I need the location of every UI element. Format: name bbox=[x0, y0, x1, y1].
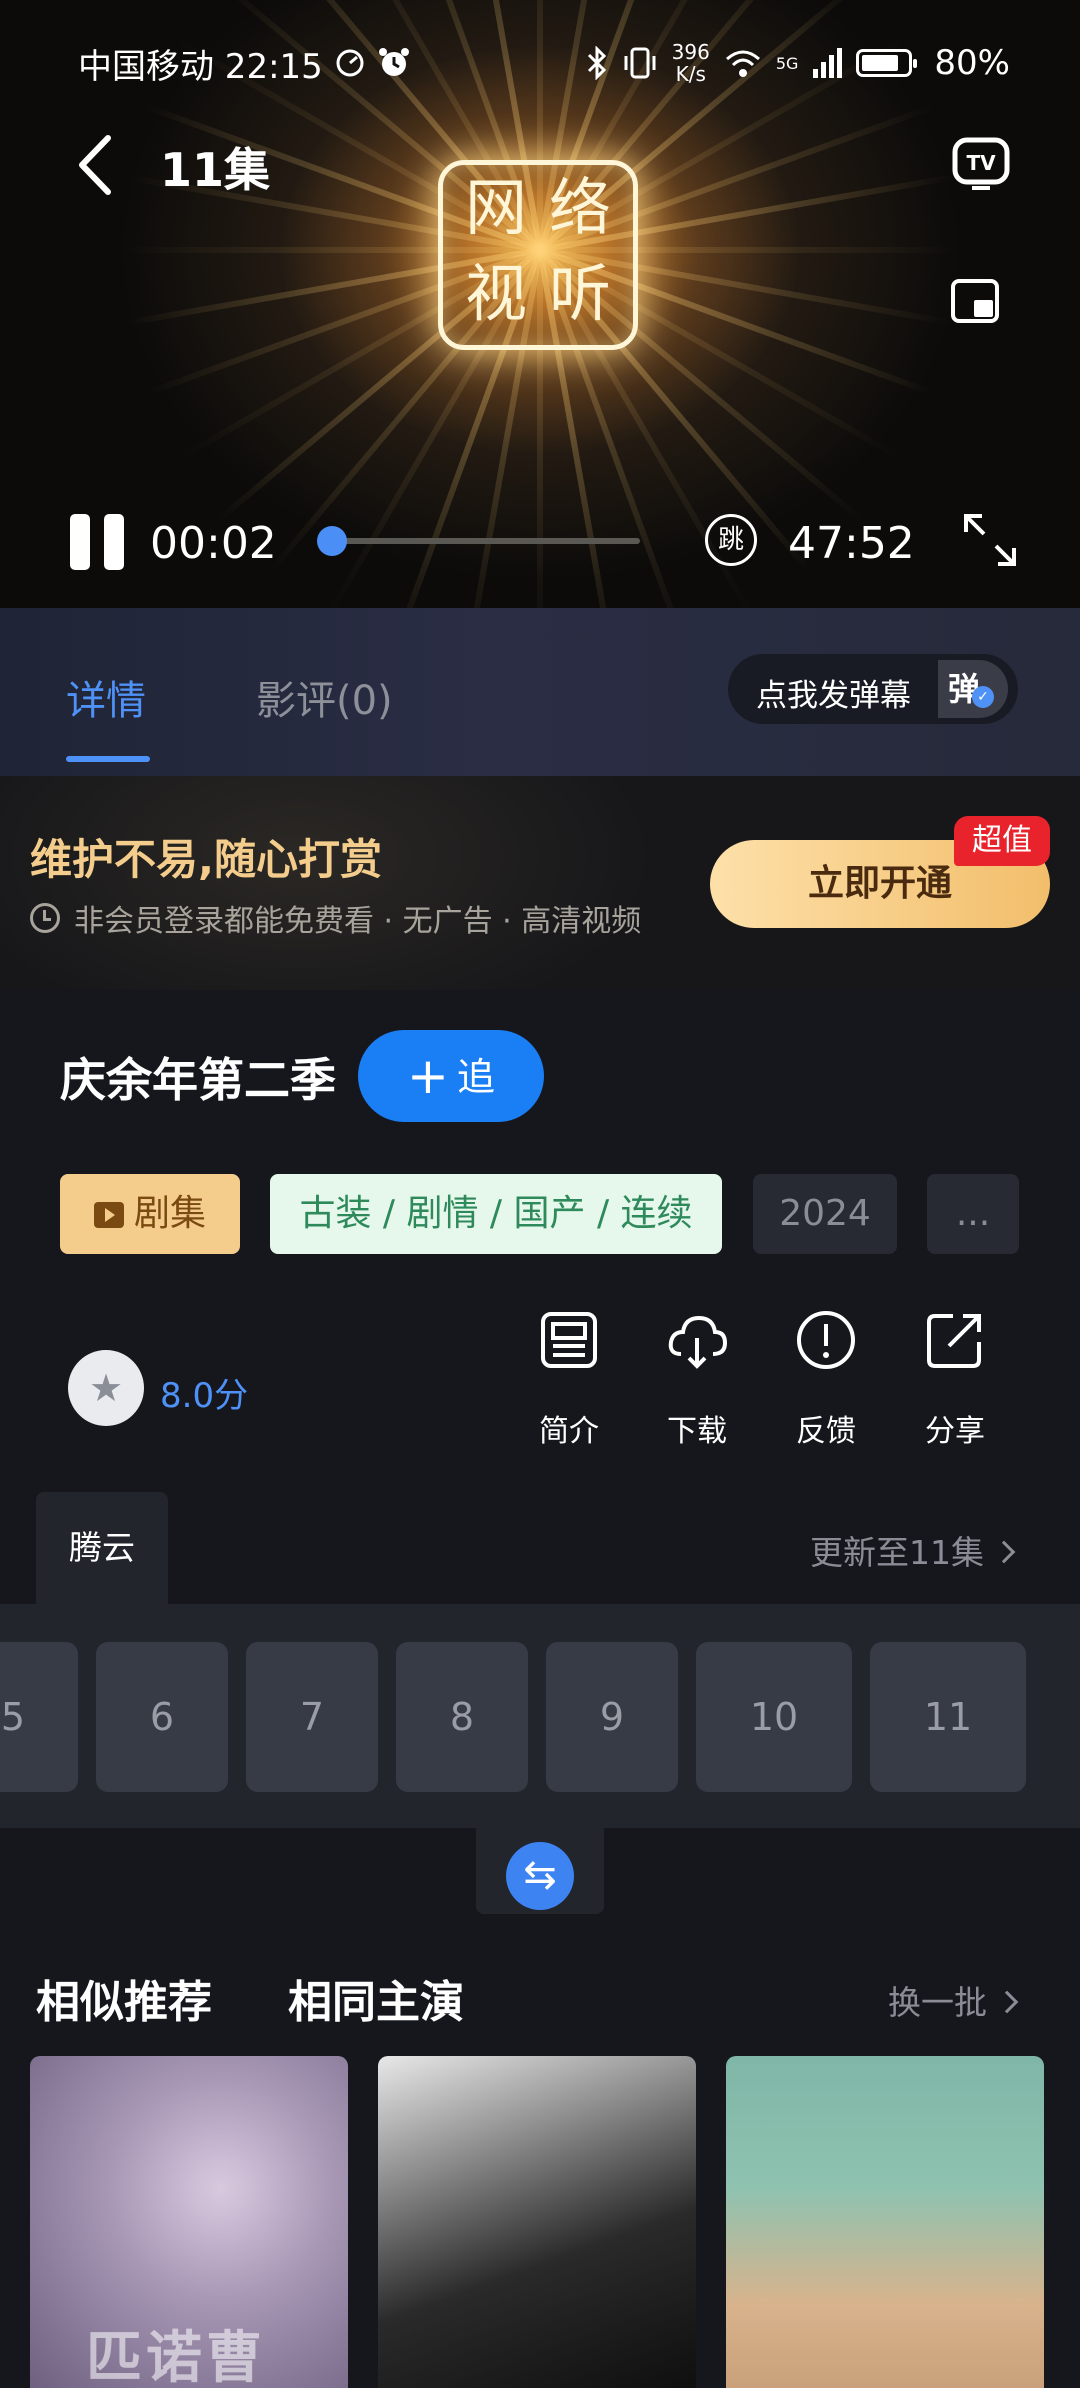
action-download[interactable]: 下载 bbox=[642, 1308, 752, 1450]
follow-button[interactable]: + 追 bbox=[358, 1030, 544, 1122]
poster-card[interactable] bbox=[726, 2056, 1044, 2388]
net-speed: 396 K/s bbox=[671, 40, 710, 86]
show-title: 庆余年第二季 bbox=[60, 1053, 336, 1107]
poster-card[interactable] bbox=[378, 2056, 696, 2388]
chevron-right-icon bbox=[995, 1990, 1019, 2014]
star-icon: ★ bbox=[88, 1366, 124, 1410]
source-tab[interactable]: 腾云 bbox=[36, 1492, 168, 1604]
back-icon[interactable] bbox=[72, 130, 132, 200]
pause-button[interactable] bbox=[70, 514, 126, 570]
cast-tv-icon[interactable]: TV bbox=[952, 134, 1010, 192]
episode-item[interactable]: 11 bbox=[870, 1642, 1026, 1792]
alarm-icon bbox=[378, 48, 409, 76]
danmaku-prompt: 点我发弹幕 bbox=[756, 678, 911, 714]
picture-in-picture-icon[interactable] bbox=[950, 278, 1000, 324]
video-player[interactable]: 网络 视听 中国移动 22:15 396 K/s 5G 80% 11集 TV 0… bbox=[0, 0, 1080, 608]
tab-detail[interactable]: 详情 bbox=[66, 668, 146, 726]
episode-item[interactable]: 9 bbox=[546, 1642, 678, 1792]
carrier-time: 中国移动 22:15 bbox=[78, 46, 323, 87]
speedometer-icon bbox=[336, 49, 364, 77]
tab-similar[interactable]: 相似推荐 bbox=[36, 1966, 212, 2030]
skip-intro-button[interactable]: 跳 bbox=[705, 514, 757, 566]
share-icon bbox=[927, 1314, 981, 1368]
detail-tabbar: 详情 影评(0) 点我发弹幕 弹 ✓ bbox=[0, 608, 1080, 776]
vip-promo-banner: 维护不易,随心打赏 非会员登录都能免费看 · 无广告 · 高清视频 立即开通 超… bbox=[0, 776, 1080, 990]
check-icon: ✓ bbox=[972, 686, 994, 708]
status-bar: 中国移动 22:15 396 K/s 5G 80% bbox=[78, 38, 1010, 88]
danmaku-toggle[interactable]: 弹 ✓ bbox=[938, 660, 1008, 718]
chevron-right-icon bbox=[992, 1540, 1016, 1564]
tag-year[interactable]: 2024 bbox=[753, 1174, 897, 1254]
network-type: 5G bbox=[775, 53, 799, 73]
station-logo: 网络 视听 bbox=[438, 160, 638, 350]
promo-subtitle: 非会员登录都能免费看 · 无广告 · 高清视频 bbox=[30, 896, 641, 940]
episode-item[interactable]: 7 bbox=[246, 1642, 378, 1792]
promo-title: 维护不易,随心打赏 bbox=[30, 835, 382, 884]
promo-badge: 超值 bbox=[954, 816, 1050, 866]
rating-value: 8.0分 bbox=[160, 1376, 249, 1416]
action-feedback[interactable]: 反馈 bbox=[771, 1308, 881, 1450]
progress-thumb[interactable] bbox=[317, 526, 347, 556]
refresh-button[interactable]: 换一批 bbox=[888, 1976, 1019, 2024]
poster-caption: 匹诺曹 bbox=[86, 2325, 266, 2388]
signal-icon bbox=[813, 48, 843, 78]
current-time: 00:02 bbox=[150, 518, 277, 569]
action-intro[interactable]: 简介 bbox=[514, 1308, 624, 1450]
episode-item[interactable]: 10 bbox=[696, 1642, 852, 1792]
progress-bar[interactable] bbox=[317, 526, 640, 556]
battery-icon bbox=[856, 49, 918, 77]
tab-review[interactable]: 影评(0) bbox=[256, 668, 393, 726]
poster-card[interactable]: 匹诺曹 bbox=[30, 2056, 348, 2388]
tag-genres[interactable]: 古装 / 剧情 / 国产 / 连续 bbox=[270, 1174, 722, 1254]
episode-item[interactable]: 5 bbox=[0, 1642, 78, 1792]
episodes-updated[interactable]: 更新至11集 bbox=[810, 1526, 1016, 1574]
danmaku-input[interactable]: 点我发弹幕 弹 ✓ bbox=[728, 654, 1018, 724]
tag-type[interactable]: 剧集 bbox=[60, 1174, 240, 1254]
battery-level: 80% bbox=[934, 43, 1010, 83]
document-icon bbox=[541, 1312, 597, 1368]
total-time: 47:52 bbox=[788, 518, 915, 569]
cloud-download-icon bbox=[668, 1315, 728, 1369]
bluetooth-icon bbox=[587, 46, 606, 80]
rating-button[interactable]: ★ bbox=[68, 1350, 144, 1426]
tag-more[interactable]: ... bbox=[927, 1174, 1019, 1254]
player-controls: 00:02 跳 47:52 bbox=[0, 500, 1080, 580]
tab-same-cast[interactable]: 相同主演 bbox=[288, 1966, 464, 2030]
episode-list[interactable]: 5 6 7 8 9 10 11 bbox=[0, 1604, 1080, 1828]
alert-circle-icon bbox=[797, 1311, 855, 1369]
episode-item[interactable]: 6 bbox=[96, 1642, 228, 1792]
plus-icon: + bbox=[407, 1047, 449, 1105]
swap-tab: ⇆ bbox=[476, 1828, 604, 1914]
svg-text:TV: TV bbox=[966, 151, 996, 175]
tab-indicator bbox=[66, 756, 150, 762]
fullscreen-icon[interactable] bbox=[960, 510, 1020, 570]
swap-order-icon[interactable]: ⇆ bbox=[506, 1842, 574, 1910]
wifi-icon bbox=[725, 50, 760, 77]
clock-icon bbox=[30, 903, 60, 933]
episode-item[interactable]: 8 bbox=[396, 1642, 528, 1792]
action-share[interactable]: 分享 bbox=[900, 1308, 1010, 1450]
episode-title: 11集 bbox=[160, 143, 271, 197]
vibrate-icon bbox=[624, 47, 656, 79]
play-icon bbox=[93, 1202, 124, 1228]
